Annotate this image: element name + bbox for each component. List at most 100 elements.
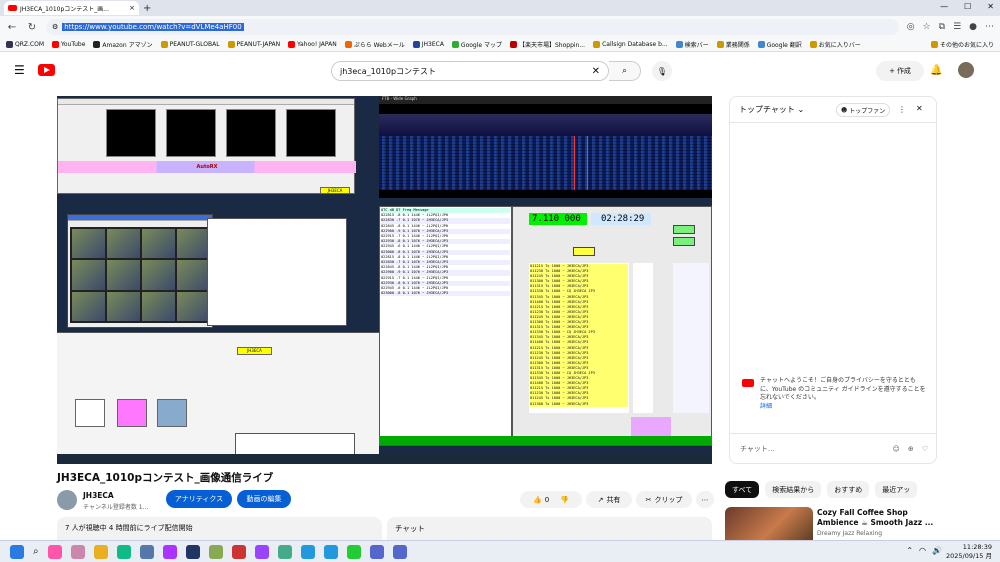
top-fan-button[interactable]: ☻ トップファン: [836, 103, 891, 117]
bookmark-item[interactable]: PEANUT-JAPAN: [227, 41, 280, 48]
create-button[interactable]: + 作成: [876, 61, 924, 81]
teams-icon[interactable]: [392, 544, 407, 559]
back-icon[interactable]: ←: [6, 22, 18, 33]
scope-panel: [226, 109, 276, 157]
scissors-icon: ✂: [645, 495, 652, 504]
bookmark-item[interactable]: Callsign Database b...: [593, 41, 668, 48]
app-icon[interactable]: [70, 544, 85, 559]
other-bookmarks[interactable]: その他のお気に入り: [930, 40, 994, 49]
app-icon[interactable]: [139, 544, 154, 559]
voice-search-button[interactable]: 🎙: [652, 61, 672, 81]
app-icon[interactable]: [185, 544, 200, 559]
bookmark-item[interactable]: 検索バー: [675, 40, 709, 49]
heart-icon[interactable]: ♡: [922, 445, 928, 453]
browser-tab-strip: JH3ECA_1010pコンテスト_画... × + — ☐ ✕: [0, 0, 1000, 16]
share-button[interactable]: ↗ 共有: [586, 491, 632, 508]
hamburger-menu-icon[interactable]: ☰: [14, 63, 32, 77]
channel-avatar[interactable]: [57, 490, 77, 510]
analytics-button[interactable]: アナリティクス: [166, 490, 232, 508]
bookmark-item[interactable]: YouTube: [52, 41, 85, 48]
window-titlebar: [68, 215, 212, 221]
add-icon[interactable]: ⊕: [908, 445, 914, 453]
video-player[interactable]: AutoRX JH3ECA FT8 - Wide Graph UTC dB DT…: [57, 96, 712, 464]
bookmark-item[interactable]: Yahoo! JAPAN: [288, 41, 337, 48]
app-icon[interactable]: [208, 544, 223, 559]
youtube-logo[interactable]: [38, 64, 55, 76]
bookmark-item[interactable]: Google マップ: [451, 40, 502, 49]
browser-tab-active[interactable]: JH3ECA_1010pコンテスト_画... ×: [4, 1, 139, 15]
chevron-up-icon[interactable]: ⌃: [906, 546, 913, 555]
line-icon[interactable]: [346, 544, 361, 559]
search-button[interactable]: ⌕: [609, 61, 641, 81]
bookmark-item[interactable]: Google 翻訳: [757, 40, 802, 49]
bookmark-item[interactable]: お気に入りバー: [809, 40, 861, 49]
dislike-icon[interactable]: 👎: [560, 496, 569, 504]
bookmark-item[interactable]: 業務関係: [716, 40, 750, 49]
close-window-icon[interactable]: ✕: [987, 2, 994, 11]
video-taskbar: [57, 454, 712, 464]
like-count: 0: [544, 495, 550, 504]
details-link[interactable]: 詳細: [760, 403, 926, 412]
clear-search-icon[interactable]: ✕: [592, 66, 600, 77]
windows-start-icon[interactable]: [10, 544, 24, 559]
edit-video-button[interactable]: 動画の編集: [237, 490, 291, 508]
taskbar-clock[interactable]: 11:28:39 2025/09/15 月: [946, 543, 992, 561]
edge-icon[interactable]: [116, 544, 131, 559]
bookmark-item[interactable]: PEANUT-GLOBAL: [160, 41, 220, 48]
bookmark-item[interactable]: ぷらら Webメール: [344, 40, 405, 49]
minimize-icon[interactable]: —: [940, 2, 948, 11]
favorite-star-icon[interactable]: ☆: [923, 22, 931, 32]
favorites-icon[interactable]: ☰: [953, 22, 961, 32]
amazon-icon: [93, 41, 101, 48]
top-chat-dropdown[interactable]: トップチャット ⌄: [739, 104, 804, 115]
bookmark-icon: [227, 41, 235, 48]
search-icon[interactable]: ⌕: [33, 546, 39, 557]
app-icon[interactable]: [162, 544, 177, 559]
panel-strip: [633, 263, 653, 413]
close-tab-icon[interactable]: ×: [129, 4, 135, 12]
new-tab-button[interactable]: +: [143, 3, 151, 14]
address-bar[interactable]: ⚙ https://www.youtube.com/watch?v=dVLMe4…: [46, 19, 899, 35]
extensions-icon[interactable]: ⧉: [939, 22, 945, 32]
close-chat-icon[interactable]: ✕: [916, 104, 923, 113]
reload-icon[interactable]: ↻: [26, 22, 38, 33]
chat-input[interactable]: チャット...: [740, 444, 885, 454]
maximize-icon[interactable]: ☐: [964, 2, 971, 11]
more-actions-button[interactable]: ⋯: [696, 491, 714, 508]
clip-button[interactable]: ✂ クリップ: [636, 491, 692, 508]
clock-time: 11:28:39: [962, 543, 992, 551]
teams-icon[interactable]: [369, 544, 384, 559]
app-icon[interactable]: [254, 544, 269, 559]
app-icon[interactable]: [323, 544, 338, 559]
related-video-title[interactable]: Cozy Fall Coffee Shop Ambience ☕ Smooth …: [817, 508, 937, 528]
app-icon[interactable]: [231, 544, 246, 559]
account-avatar[interactable]: [958, 62, 974, 78]
chip-all[interactable]: すべて: [725, 481, 760, 498]
bookmark-item[interactable]: Amazon アマゾン: [93, 40, 153, 49]
emoji-icon[interactable]: ☺: [893, 445, 900, 453]
menu-icon[interactable]: ⋯: [985, 22, 994, 32]
app-icon[interactable]: [300, 544, 315, 559]
channel-name[interactable]: JH3ECA: [83, 491, 114, 500]
like-icon[interactable]: 👍: [533, 496, 542, 504]
plus-icon: +: [889, 67, 895, 75]
wifi-icon[interactable]: ◠: [919, 546, 926, 555]
search-input[interactable]: jh3eca_1010pコンテスト ✕: [331, 61, 609, 81]
bookmark-item[interactable]: 【楽天市場】Shoppin...: [510, 40, 585, 49]
chat-menu-icon[interactable]: ⋮: [898, 105, 906, 114]
tab-title: JH3ECA_1010pコンテスト_画...: [20, 5, 109, 13]
zoom-icon[interactable]: ◎: [907, 22, 915, 32]
chip-from-search[interactable]: 検索結果から: [765, 481, 822, 498]
profile-icon[interactable]: ●: [969, 22, 977, 32]
windows-taskbar: ⌕ ⌃ ◠ 🔊 11:28:39 2025/09/15 月: [0, 540, 1000, 562]
bookmark-item[interactable]: JH3ECA: [412, 41, 444, 48]
explorer-icon[interactable]: [93, 544, 108, 559]
chrome-icon[interactable]: [277, 544, 292, 559]
site-info-icon[interactable]: ⚙: [52, 23, 58, 31]
chip-recent[interactable]: 最近アッ: [875, 481, 918, 498]
bookmark-item[interactable]: QRZ.COM: [6, 41, 44, 48]
copilot-icon[interactable]: [47, 544, 62, 559]
volume-icon[interactable]: 🔊: [932, 546, 942, 555]
notifications-bell-icon[interactable]: 🔔: [930, 65, 942, 76]
chip-recommended[interactable]: おすすめ: [827, 481, 870, 498]
